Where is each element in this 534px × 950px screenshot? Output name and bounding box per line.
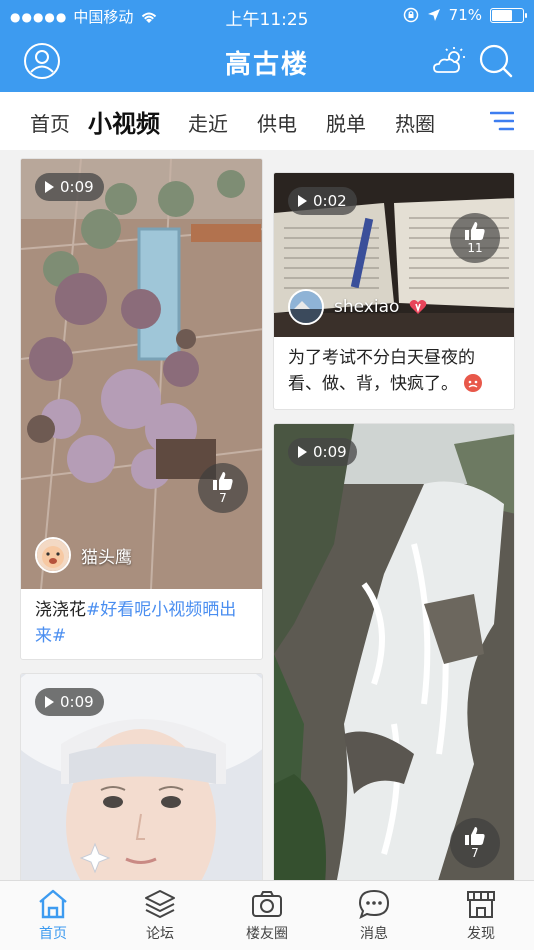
- battery-icon: [490, 7, 527, 23]
- tabbar-item-forum[interactable]: 论坛: [120, 887, 200, 943]
- like-count: 11: [467, 241, 483, 255]
- thumbs-up-icon: [465, 222, 485, 240]
- layers-icon: [145, 890, 175, 918]
- video-thumbnail[interactable]: 0:02 11 shexiao: [274, 173, 514, 337]
- author-info[interactable]: 猫头鹰: [35, 537, 132, 573]
- play-icon: [298, 446, 307, 458]
- duration-badge: 0:09: [35, 173, 104, 201]
- like-button[interactable]: 11: [450, 213, 500, 263]
- video-thumbnail[interactable]: 0:09: [21, 674, 262, 880]
- tabbar-label: 发现: [467, 926, 495, 942]
- video-feed: 0:09 7 猫头鹰 浇浇花#好看呢小视频晒出来# 0:02 11 shexia…: [0, 150, 534, 880]
- like-count: 7: [219, 491, 227, 505]
- tabbar-item-discover[interactable]: 发现: [441, 887, 521, 943]
- duration-badge: 0:02: [288, 187, 357, 215]
- video-thumbnail[interactable]: 0:09 7 猫头鹰: [21, 159, 262, 589]
- store-icon: [467, 891, 495, 918]
- like-count: 7: [471, 846, 479, 860]
- avatar: [288, 289, 324, 325]
- tab-approach[interactable]: 走近: [188, 108, 228, 137]
- tabbar-label: 消息: [360, 926, 388, 942]
- battery-percent: 71%: [448, 6, 482, 24]
- play-icon: [45, 696, 54, 708]
- avatar: [35, 537, 71, 573]
- channel-tabs: 首页 小视频 走近 供电 脱单 热圈: [0, 92, 534, 150]
- camera-icon: [252, 891, 282, 917]
- video-card[interactable]: 0:02 11 shexiao 为了考试不分白天昼夜的看、做、背，快疯了。: [273, 172, 515, 410]
- angry-face-emoji-icon: [464, 374, 483, 392]
- author-info[interactable]: shexiao: [288, 289, 427, 325]
- video-card[interactable]: 0:09 7 猫头鹰 浇浇花#好看呢小视频晒出来#: [20, 158, 263, 660]
- like-button[interactable]: 7: [450, 818, 500, 868]
- tabbar-label: 楼友圈: [246, 926, 288, 942]
- tab-home[interactable]: 首页: [30, 108, 70, 137]
- video-caption[interactable]: 浇浇花#好看呢小视频晒出来#: [35, 597, 250, 649]
- play-icon: [298, 195, 307, 207]
- video-card[interactable]: 0:09: [20, 673, 263, 880]
- like-button[interactable]: 7: [198, 463, 248, 513]
- menu-lines-icon[interactable]: [490, 110, 514, 132]
- home-icon: [39, 889, 67, 919]
- waterfall-image: [274, 424, 514, 880]
- duration-badge: 0:09: [35, 688, 104, 716]
- tab-short-video-label: 小视频: [88, 110, 160, 138]
- tabbar-item-home[interactable]: 首页: [13, 887, 93, 943]
- weather-button[interactable]: [430, 41, 470, 81]
- search-button[interactable]: [476, 41, 516, 81]
- author-name: shexiao: [334, 297, 400, 317]
- tab-hot-circle[interactable]: 热圈: [395, 108, 435, 137]
- video-card[interactable]: 0:09 7: [273, 423, 515, 880]
- location-arrow-icon: [427, 9, 440, 21]
- tabbar-item-messages[interactable]: 消息: [334, 887, 414, 943]
- tabbar-label: 论坛: [146, 926, 174, 942]
- author-name: 猫头鹰: [81, 547, 132, 568]
- bottom-tab-bar: 首页 论坛 楼友圈 消息 发现: [0, 880, 534, 950]
- video-thumbnail[interactable]: 0:09 7: [274, 424, 514, 880]
- verified-heart-icon: [410, 300, 427, 314]
- succulent-garden-image: [21, 159, 262, 589]
- status-bar: ●●●●● 中国移动 上午11:25 71%: [0, 0, 534, 30]
- tab-short-video[interactable]: 小视频: [88, 104, 160, 141]
- duration-badge: 0:09: [288, 438, 357, 466]
- tabbar-label: 首页: [39, 926, 67, 942]
- rotation-lock-icon: [403, 7, 418, 23]
- thumbs-up-icon: [465, 827, 485, 845]
- search-icon: [479, 44, 513, 78]
- video-caption[interactable]: 为了考试不分白天昼夜的看、做、背，快疯了。: [288, 345, 502, 397]
- tab-dating[interactable]: 脱单: [326, 108, 366, 137]
- cloud-sun-icon: [433, 47, 465, 73]
- thumbs-up-icon: [213, 472, 233, 490]
- tabbar-item-friends-circle[interactable]: 楼友圈: [227, 887, 307, 943]
- tab-power-supply[interactable]: 供电: [257, 108, 297, 137]
- app-header: ●●●●● 中国移动 上午11:25 71% 高古楼: [0, 0, 534, 92]
- chat-bubble-icon: [358, 889, 390, 919]
- play-icon: [45, 181, 54, 193]
